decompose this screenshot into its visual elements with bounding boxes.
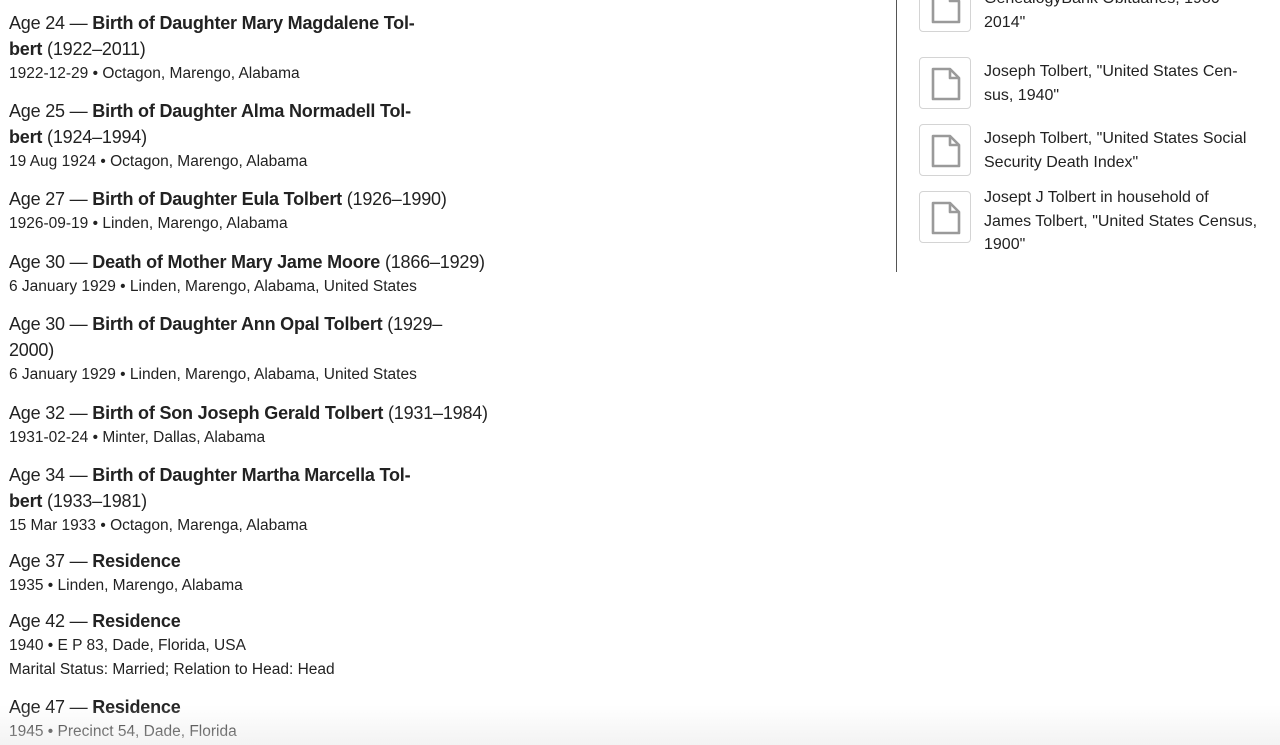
source-title[interactable]: GenealogyBank Obituaries, 1980- 2014"	[984, 0, 1269, 34]
event-detail: 1940 • E P 83, Dade, Florida, USA	[9, 637, 246, 654]
life-event: Age 32 — Birth of Son Joseph Gerald Tolb…	[9, 400, 489, 450]
event-title: Age 25 — Birth of Daughter Alma Normadel…	[9, 98, 489, 150]
document-icon[interactable]	[919, 0, 971, 32]
event-title: Age 47 — Residence	[9, 694, 489, 720]
event-title: Age 34 — Birth of Daughter Martha Marcel…	[9, 462, 489, 514]
source-title[interactable]: Josept J Tolbert in household of James T…	[984, 186, 1269, 257]
event-years: (1926–1990)	[346, 189, 447, 209]
life-event: Age 30 — Death of Mother Mary Jame Moore…	[9, 249, 489, 299]
event-detail: 15 Mar 1933 • Octagon, Marenga, Alabama	[9, 517, 308, 534]
event-label-link[interactable]: Birth of Daughter Ann Opal Tolbert	[92, 314, 382, 334]
event-years: (1933–1981)	[47, 491, 147, 511]
event-title: Age 30 — Death of Mother Mary Jame Moore…	[9, 249, 489, 275]
event-detail: Marital Status: Married; Relation to Hea…	[9, 661, 335, 678]
event-age: Age 27 —	[9, 189, 88, 209]
event-title: Age 37 — Residence	[9, 548, 489, 574]
source-title[interactable]: Joseph Tolbert, "United States Cen- sus,…	[984, 60, 1269, 107]
event-age: Age 30 —	[9, 252, 88, 272]
event-label-link[interactable]: Residence	[92, 611, 180, 631]
event-detail: 19 Aug 1924 • Octagon, Marengo, Alabama	[9, 153, 308, 170]
event-age: Age 32 —	[9, 403, 88, 423]
event-label-link[interactable]: Birth of Son Joseph Gerald Tolbert	[92, 403, 383, 423]
event-detail: 1922-12-29 • Octagon, Marengo, Alabama	[9, 65, 300, 82]
event-title: Age 24 — Birth of Daughter Mary Magdalen…	[9, 10, 489, 62]
event-detail: 1945 • Precinct 54, Dade, Florida	[9, 723, 237, 740]
life-event: Age 34 — Birth of Daughter Martha Marcel…	[9, 462, 489, 538]
document-icon[interactable]	[919, 191, 971, 243]
life-event: Age 42 — Residence 1940 • E P 83, Dade, F…	[9, 608, 489, 682]
life-event: Age 30 — Birth of Daughter Ann Opal Tolb…	[9, 311, 489, 387]
document-icon[interactable]	[919, 57, 971, 109]
event-label-link[interactable]: Residence	[92, 697, 180, 717]
event-years: (1924–1994)	[47, 127, 147, 147]
event-age: Age 25 —	[9, 101, 88, 121]
life-event: Age 37 — Residence 1935 • Linden, Marengo…	[9, 548, 489, 598]
event-label-link[interactable]: Death of Mother Mary Jame Moore	[92, 252, 380, 272]
event-years: (1866–1929)	[384, 252, 485, 272]
document-icon[interactable]	[919, 124, 971, 176]
source-title[interactable]: Joseph Tolbert, "United States Social Se…	[984, 127, 1269, 174]
person-timeline-page: Age 24 — Birth of Daughter Mary Magdalen…	[0, 0, 1280, 745]
event-title: Age 42 — Residence	[9, 608, 489, 634]
event-years: (1931–1984)	[387, 403, 488, 423]
event-label-link[interactable]: Residence	[92, 551, 180, 571]
event-age: Age 24 —	[9, 13, 88, 33]
event-title: Age 27 — Birth of Daughter Eula Tolbert …	[9, 186, 489, 212]
event-age: Age 34 —	[9, 465, 88, 485]
event-detail: 6 January 1929 • Linden, Marengo, Alabam…	[9, 278, 417, 295]
event-age: Age 30 —	[9, 314, 88, 334]
event-detail: 1931-02-24 • Minter, Dallas, Alabama	[9, 429, 266, 446]
event-age: Age 37 —	[9, 551, 88, 571]
event-years: (1922–2011)	[47, 39, 146, 59]
life-event: Age 47 — Residence 1945 • Precinct 54, Da…	[9, 694, 489, 744]
event-age: Age 42 —	[9, 611, 88, 631]
event-detail: 6 January 1929 • Linden, Marengo, Alabam…	[9, 366, 417, 383]
life-event: Age 25 — Birth of Daughter Alma Normadel…	[9, 98, 489, 174]
life-event: Age 27 — Birth of Daughter Eula Tolbert …	[9, 186, 489, 236]
event-title: Age 32 — Birth of Son Joseph Gerald Tolb…	[9, 400, 489, 426]
event-age: Age 47 —	[9, 697, 88, 717]
event-detail: 1926-09-19 • Linden, Marengo, Alabama	[9, 215, 288, 232]
life-event: Age 24 — Birth of Daughter Mary Magdalen…	[9, 10, 489, 86]
event-title: Age 30 — Birth of Daughter Ann Opal Tolb…	[9, 311, 489, 363]
event-label-link[interactable]: Birth of Daughter Eula Tolbert	[92, 189, 342, 209]
event-detail: 1935 • Linden, Marengo, Alabama	[9, 577, 243, 594]
column-divider	[896, 0, 897, 272]
